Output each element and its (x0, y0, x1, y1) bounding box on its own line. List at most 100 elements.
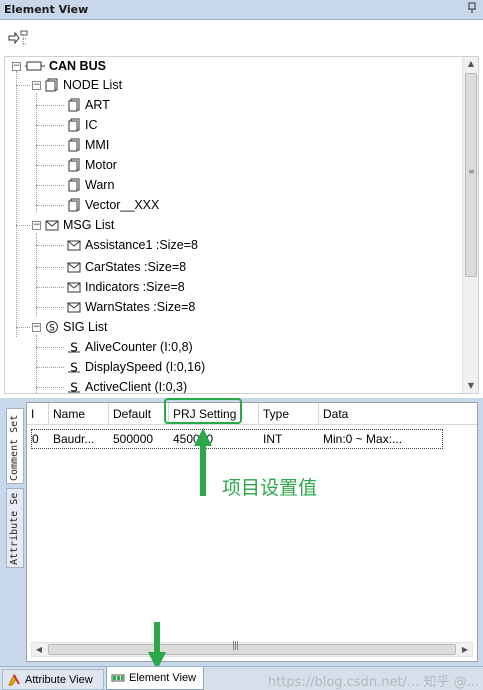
tree-msg-item[interactable]: Indicators :Size=8 (67, 277, 185, 297)
tree-sig-item[interactable]: S ActiveClient (I:0,3) (67, 377, 188, 394)
envelope-icon (67, 260, 81, 274)
tree-root-label: CAN BUS (49, 59, 106, 73)
envelope-icon (67, 238, 81, 252)
element-tree[interactable]: − CAN BUS − NODE List ART IC MMI Motor W… (4, 56, 479, 394)
node-item-label: ART (85, 98, 110, 112)
root-expander[interactable]: − (12, 62, 21, 71)
tree-vertical-scrollbar[interactable]: ▲ ≡ ▼ (462, 57, 478, 393)
tree-sig-item[interactable]: S AliveCounter (I:0,8) (67, 337, 193, 357)
attribute-view-icon (7, 673, 21, 686)
grid-horizontal-scrollbar[interactable]: ◀ ||| ▶ (31, 641, 473, 657)
node-icon (67, 178, 81, 192)
node-item-label: Motor (85, 158, 117, 172)
tab-element-view-label: Element View (129, 672, 197, 684)
scroll-down-icon[interactable]: ▼ (463, 379, 478, 393)
sig-item-label: DisplaySpeed (I:0,16) (85, 360, 206, 374)
node-item-label: Vector__XXX (85, 198, 160, 212)
envelope-icon (45, 218, 59, 232)
tab-attribute-view[interactable]: Attribute View (2, 669, 104, 690)
watermark: https://blog.csdn.net/... 知乎 @... (267, 675, 479, 690)
tree-msg-item[interactable]: Assistance1 :Size=8 (67, 235, 198, 255)
msg-list-expander[interactable]: − (32, 221, 41, 230)
node-icon (67, 118, 81, 132)
envelope-icon (67, 300, 81, 314)
node-icon (67, 198, 81, 212)
scroll-right-icon[interactable]: ▶ (458, 643, 472, 656)
tree-scroll-thumb[interactable]: ≡ (465, 73, 477, 277)
column-header-i[interactable]: I (27, 403, 49, 425)
column-header-type[interactable]: Type (259, 403, 319, 425)
property-area: Comment Set Attribute Se I Name Default … (0, 398, 483, 666)
up-arrow-annotation (194, 428, 212, 496)
scroll-left-icon[interactable]: ◀ (32, 643, 46, 656)
tab-comment-set-label: Comment Set (9, 414, 20, 481)
cell-type: INT (263, 432, 283, 446)
tab-element-view[interactable]: Element View (106, 667, 204, 690)
signal-icon: S (67, 340, 81, 355)
envelope-icon (67, 280, 81, 294)
attribute-grid[interactable]: I Name Default PRJ Setting Type Data 0 B… (26, 402, 478, 662)
node-list-label: NODE List (63, 78, 123, 92)
msg-item-label: WarnStates :Size=8 (85, 300, 196, 314)
annotation-label: 项目设置值 (222, 477, 318, 499)
tree-node-item[interactable]: ART (67, 95, 110, 115)
side-tab-strip: Comment Set Attribute Se (6, 402, 24, 662)
tree-node-item[interactable]: Motor (67, 155, 117, 175)
column-header-default[interactable]: Default (109, 403, 169, 425)
pin-icon[interactable] (465, 2, 479, 16)
grid-scroll-thumb[interactable] (48, 644, 456, 655)
sig-item-label: AliveCounter (I:0,8) (85, 340, 193, 354)
panel-title: Element View (4, 3, 89, 16)
node-icon (67, 158, 81, 172)
scroll-up-icon[interactable]: ▲ (463, 57, 478, 71)
msg-item-label: CarStates :Size=8 (85, 260, 187, 274)
panel-titlebar: Element View (0, 0, 483, 20)
grip-icon: ||| (232, 641, 239, 651)
tree-msg-item[interactable]: CarStates :Size=8 (67, 257, 186, 277)
node-item-label: MMI (85, 138, 110, 152)
down-arrow-annotation (148, 622, 166, 670)
tree-node-item[interactable]: MMI (67, 135, 109, 155)
cell-default: 500000 (113, 432, 154, 446)
msg-list-label: MSG List (63, 218, 115, 232)
column-header-name[interactable]: Name (49, 403, 109, 425)
tab-attribute-set[interactable]: Attribute Se (6, 488, 24, 568)
cell-prj-setting[interactable]: 450000 (170, 430, 258, 448)
cell-i: 0 (32, 432, 39, 446)
node-icon (67, 98, 81, 112)
tree-sig-list[interactable]: S SIG List (45, 317, 107, 337)
msg-item-label: Assistance1 :Size=8 (85, 238, 198, 252)
sig-item-label: ActiveClient (I:0,3) (85, 380, 188, 394)
table-row[interactable]: 0 Baudr... 500000 450000 INT Min:0 ~ Max… (31, 429, 443, 449)
tree-node-item[interactable]: Vector__XXX (67, 195, 159, 215)
node-item-label: IC (85, 118, 98, 132)
sig-list-expander[interactable]: − (32, 323, 41, 332)
tab-attribute-view-label: Attribute View (25, 673, 93, 686)
grid-header: I Name Default PRJ Setting Type Data (27, 403, 477, 425)
tree-root-can-bus[interactable]: CAN BUS (25, 57, 106, 76)
svg-text:S: S (49, 324, 55, 334)
tree-node-item[interactable]: Warn (67, 175, 114, 195)
signal-icon: S (45, 320, 59, 334)
toolbar (0, 20, 483, 56)
tab-attribute-set-label: Attribute Se (9, 492, 20, 565)
tree-node-item[interactable]: IC (67, 115, 98, 135)
grip-icon: ≡ (468, 167, 475, 176)
sig-list-label: SIG List (63, 320, 108, 334)
tree-sig-item[interactable]: S DisplaySpeed (I:0,16) (67, 357, 205, 377)
cell-name: Baudr... (53, 432, 95, 446)
tree-msg-item[interactable]: WarnStates :Size=8 (67, 297, 195, 317)
prj-setting-highlight (164, 398, 242, 424)
element-view-icon (111, 672, 125, 684)
tree-view-icon[interactable] (8, 30, 30, 48)
tree-node-list[interactable]: NODE List (45, 75, 122, 95)
signal-icon: S (67, 360, 81, 375)
column-header-data[interactable]: Data (319, 403, 477, 425)
tab-comment-set[interactable]: Comment Set (6, 408, 24, 484)
bus-icon (25, 59, 45, 73)
node-icon (67, 138, 81, 152)
cell-data: Min:0 ~ Max:... (323, 432, 403, 446)
tree-msg-list[interactable]: MSG List (45, 215, 114, 235)
msg-item-label: Indicators :Size=8 (85, 280, 185, 294)
node-list-expander[interactable]: − (32, 81, 41, 90)
